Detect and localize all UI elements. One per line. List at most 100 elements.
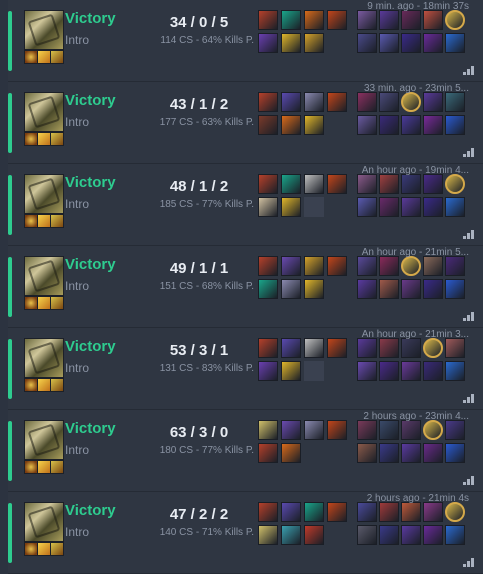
player-champion-icon[interactable]: [423, 502, 443, 522]
item-icon[interactable]: [281, 279, 301, 299]
player-champion-icon[interactable]: [445, 197, 465, 217]
player-champion-icon[interactable]: [445, 115, 465, 135]
player-champion-icon[interactable]: [379, 338, 399, 358]
item-icon[interactable]: [281, 174, 301, 194]
player-champion-icon[interactable]: [423, 10, 443, 30]
item-icon[interactable]: [258, 525, 278, 545]
item-icon[interactable]: [327, 420, 347, 440]
player-champion-icon[interactable]: [379, 502, 399, 522]
item-icon[interactable]: [304, 525, 324, 545]
player-champion-icon[interactable]: [379, 92, 399, 112]
player-champion-icon[interactable]: [357, 420, 377, 440]
match-card[interactable]: Victory Intro 53 / 3 / 1 131 CS - 83% Ki…: [8, 328, 483, 410]
item-icon[interactable]: [304, 502, 324, 522]
item-icon[interactable]: [258, 256, 278, 276]
expand-details-icon[interactable]: [463, 229, 475, 239]
match-card[interactable]: Victory Intro 34 / 0 / 5 114 CS - 64% Ki…: [8, 0, 483, 82]
player-champion-icon[interactable]: [401, 33, 421, 53]
player-champion-icon[interactable]: [357, 338, 377, 358]
player-champion-icon[interactable]: [379, 361, 399, 381]
player-champion-icon[interactable]: [357, 197, 377, 217]
player-champion-icon[interactable]: [357, 502, 377, 522]
player-champion-icon[interactable]: [357, 10, 377, 30]
player-champion-icon[interactable]: [357, 279, 377, 299]
player-champion-icon[interactable]: [423, 443, 443, 463]
item-icon[interactable]: [327, 502, 347, 522]
player-champion-icon[interactable]: [423, 361, 443, 381]
player-champion-icon-self[interactable]: [445, 174, 465, 194]
item-icon[interactable]: [304, 33, 324, 53]
item-icon[interactable]: [258, 502, 278, 522]
expand-details-icon[interactable]: [463, 557, 475, 567]
player-champion-icon[interactable]: [379, 256, 399, 276]
item-icon[interactable]: [327, 256, 347, 276]
player-champion-icon[interactable]: [357, 525, 377, 545]
item-icon[interactable]: [327, 338, 347, 358]
item-icon[interactable]: [327, 174, 347, 194]
player-champion-icon[interactable]: [445, 279, 465, 299]
player-champion-icon[interactable]: [401, 197, 421, 217]
player-champion-icon[interactable]: [423, 525, 443, 545]
player-champion-icon[interactable]: [423, 197, 443, 217]
item-icon[interactable]: [304, 10, 324, 30]
empty-item-slot[interactable]: [304, 361, 324, 381]
match-card[interactable]: Victory Intro 48 / 1 / 2 185 CS - 77% Ki…: [8, 164, 483, 246]
player-champion-icon-self[interactable]: [445, 502, 465, 522]
player-champion-icon[interactable]: [379, 33, 399, 53]
item-icon[interactable]: [304, 174, 324, 194]
player-champion-icon[interactable]: [379, 420, 399, 440]
item-icon[interactable]: [281, 361, 301, 381]
item-icon[interactable]: [258, 361, 278, 381]
player-champion-icon[interactable]: [423, 92, 443, 112]
player-champion-icon[interactable]: [379, 279, 399, 299]
match-card[interactable]: Victory Intro 49 / 1 / 1 151 CS - 68% Ki…: [8, 246, 483, 328]
item-icon[interactable]: [281, 256, 301, 276]
player-champion-icon[interactable]: [401, 420, 421, 440]
item-icon[interactable]: [258, 279, 278, 299]
item-icon[interactable]: [258, 174, 278, 194]
player-champion-icon[interactable]: [379, 525, 399, 545]
item-icon[interactable]: [304, 338, 324, 358]
empty-item-slot[interactable]: [304, 197, 324, 217]
player-champion-icon[interactable]: [379, 197, 399, 217]
item-icon[interactable]: [304, 115, 324, 135]
item-icon[interactable]: [281, 10, 301, 30]
player-champion-icon[interactable]: [445, 338, 465, 358]
player-champion-icon[interactable]: [423, 174, 443, 194]
item-icon[interactable]: [281, 525, 301, 545]
player-champion-icon[interactable]: [445, 256, 465, 276]
expand-details-icon[interactable]: [463, 393, 475, 403]
expand-details-icon[interactable]: [463, 147, 475, 157]
player-champion-icon-self[interactable]: [445, 10, 465, 30]
player-champion-icon[interactable]: [401, 502, 421, 522]
expand-details-icon[interactable]: [463, 65, 475, 75]
item-icon[interactable]: [304, 256, 324, 276]
item-icon[interactable]: [258, 115, 278, 135]
player-champion-icon[interactable]: [357, 361, 377, 381]
item-icon[interactable]: [258, 443, 278, 463]
item-icon[interactable]: [281, 502, 301, 522]
player-champion-icon[interactable]: [401, 115, 421, 135]
match-card[interactable]: Victory Intro 47 / 2 / 2 140 CS - 71% Ki…: [8, 492, 483, 574]
player-champion-icon[interactable]: [379, 115, 399, 135]
player-champion-icon[interactable]: [379, 174, 399, 194]
player-champion-icon[interactable]: [423, 256, 443, 276]
player-champion-icon[interactable]: [445, 33, 465, 53]
item-icon[interactable]: [281, 443, 301, 463]
item-icon[interactable]: [304, 92, 324, 112]
item-icon[interactable]: [258, 10, 278, 30]
item-icon[interactable]: [281, 197, 301, 217]
player-champion-icon[interactable]: [445, 420, 465, 440]
player-champion-icon[interactable]: [379, 10, 399, 30]
item-icon[interactable]: [304, 420, 324, 440]
player-champion-icon[interactable]: [401, 525, 421, 545]
player-champion-icon[interactable]: [357, 443, 377, 463]
item-icon[interactable]: [281, 115, 301, 135]
player-champion-icon[interactable]: [401, 338, 421, 358]
item-icon[interactable]: [258, 338, 278, 358]
player-champion-icon-self[interactable]: [423, 338, 443, 358]
item-icon[interactable]: [258, 33, 278, 53]
expand-details-icon[interactable]: [463, 475, 475, 485]
player-champion-icon[interactable]: [401, 361, 421, 381]
item-icon[interactable]: [304, 279, 324, 299]
